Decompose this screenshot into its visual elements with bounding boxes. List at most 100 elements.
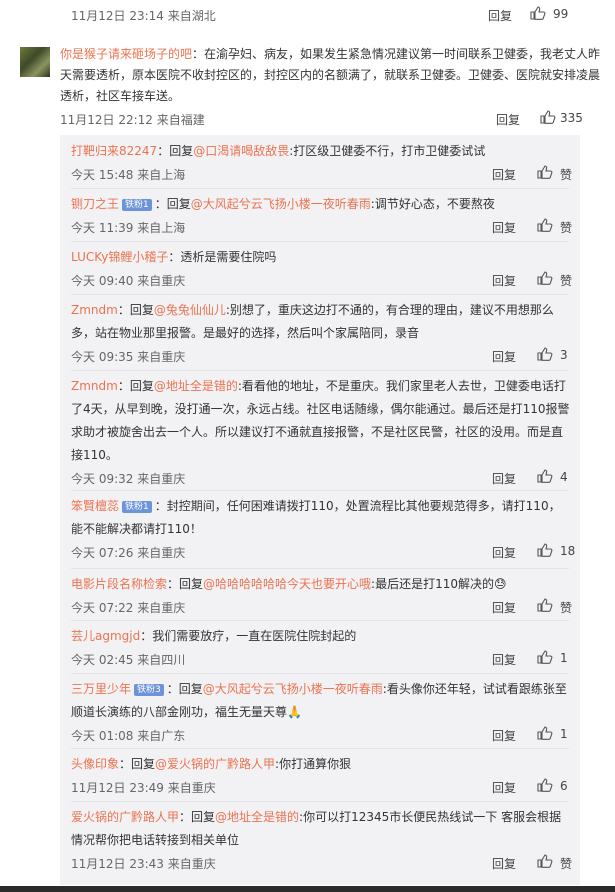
- mention-link[interactable]: @口渴请喝敌敌畏: [193, 144, 289, 158]
- reply-prefix: ：: [168, 250, 181, 264]
- reply-button[interactable]: 回复: [492, 779, 516, 796]
- reply-item: 头像印象：回复@爱火锅的广黔路人甲:你打通算你狠 11月12日 23:49 来自重…: [71, 753, 571, 795]
- reply-text: 打靶归来82247：回复@口渴请喝敌敌畏:打区级卫健委不行，打市卫健委试试: [71, 140, 571, 163]
- reply-author[interactable]: 打靶归来82247: [71, 144, 157, 158]
- reply-item: 铡刀之王 铁粉1 ：回复@大风起兮云飞扬小楼一夜听春雨:调节好心态，不要熬夜 今天 1…: [71, 193, 572, 235]
- like-icon[interactable]: [537, 778, 553, 795]
- replies-panel: 打靶归来82247：回复@口渴请喝敌敌畏:打区级卫健委不行，打市卫健委试试 今天 …: [60, 135, 580, 885]
- timestamp: 今天 09:32 来自重庆: [71, 472, 186, 486]
- divider: [71, 568, 569, 569]
- like-count: 1: [560, 727, 568, 741]
- main-comment-text: 你是猴子请来砸场子的吧：在渝孕妇、病友，如果发生紧急情况建议第一时间联系卫健委，…: [60, 44, 605, 107]
- reply-text: 头像印象：回复@爱火锅的广黔路人甲:你打通算你狠: [71, 753, 571, 776]
- reply-author[interactable]: 铡刀之王: [71, 197, 119, 211]
- mention-link[interactable]: @爱火锅的广黔路人甲: [155, 757, 275, 771]
- reply-item: 芸儿agmgjd：我们需要放疗，一直在医院住院封起的今天 02:45 来自四川 回…: [71, 625, 571, 667]
- timestamp: 今天 07:26 来自重庆: [71, 546, 186, 560]
- divider: [71, 490, 569, 491]
- reply-item: 电影片段名称检索：回复@哈哈哈哈哈哈今天也要开心哦:最后还是打110解决的😓 今天…: [71, 573, 572, 615]
- reply-button[interactable]: 回复: [492, 855, 516, 872]
- reply-body: :最后还是打110解决的: [371, 577, 494, 591]
- like-icon[interactable]: [537, 469, 553, 486]
- like-count: 赞: [560, 221, 573, 235]
- reply-author[interactable]: 电影片段名称检索: [71, 577, 167, 591]
- timestamp: 今天 01:08 来自广东: [71, 729, 186, 743]
- reply-body: 我们需要放疗，一直在医院住院封起的: [152, 629, 357, 643]
- reply-body: :打区级卫健委不行，打市卫健委试试: [289, 144, 486, 158]
- timestamp: 今天 07:22 来自重庆: [71, 601, 186, 615]
- fan-badge: 铁粉1: [122, 199, 152, 211]
- like-count: 1: [560, 651, 568, 665]
- reply-item: Zmndm：回复@兔兔仙仙儿:别想了，重庆这边打不通的，有合理的理由，建议不用想…: [71, 299, 571, 364]
- timestamp: 11月12日 23:43 来自重庆: [71, 857, 216, 871]
- like-count: 99: [553, 7, 569, 21]
- mention-link[interactable]: @大风起兮云飞扬小楼一夜听春雨: [191, 197, 371, 211]
- like-icon[interactable]: [537, 650, 553, 667]
- reply-item: Zmndm：回复@地址全是错的:看看他的地址，不是重庆。我们家里老人去世，卫健委…: [71, 375, 571, 486]
- mention-link[interactable]: @大风起兮云飞扬小楼一夜听春雨: [203, 682, 383, 696]
- reply-button[interactable]: 回复: [496, 111, 520, 128]
- reply-author[interactable]: Zmndm: [71, 303, 118, 317]
- mention-link[interactable]: @哈哈哈哈哈哈今天也要开心哦: [203, 577, 371, 591]
- like-icon[interactable]: [537, 347, 553, 364]
- like-icon[interactable]: [537, 218, 553, 235]
- reply-author[interactable]: 笨賢檀蕊: [71, 499, 119, 513]
- reply-button[interactable]: 回复: [492, 219, 516, 236]
- timestamp: 今天 02:45 来自四川: [71, 653, 186, 667]
- like-icon[interactable]: [537, 271, 553, 288]
- divider: [71, 748, 569, 749]
- like-icon[interactable]: [540, 110, 556, 127]
- reply-item: 打靶归来82247：回复@口渴请喝敌敌畏:打区级卫健委不行，打市卫健委试试今天 …: [71, 140, 572, 182]
- reply-text: 爱火锅的广黔路人甲：回复@地址全是错的:你可以打12345市长便民热线试一下 客…: [71, 806, 571, 852]
- timestamp: 11月12日 23:14 来自湖北: [71, 9, 216, 23]
- reply-button[interactable]: 回复: [492, 544, 516, 561]
- reply-prefix: ：回复: [166, 682, 203, 696]
- mention-link[interactable]: @地址全是错的: [154, 379, 238, 393]
- reply-author[interactable]: 头像印象: [71, 757, 119, 771]
- reply-button[interactable]: 回复: [492, 651, 516, 668]
- reply-button[interactable]: 回复: [492, 272, 516, 289]
- reply-item: 笨賢檀蕊 铁粉1 ：封控期间，任何困难请拨打110，处置流程比其他要规范得多，请打1…: [71, 495, 575, 560]
- reply-button[interactable]: 回复: [492, 727, 516, 744]
- divider: [71, 801, 569, 802]
- divider: [71, 370, 569, 371]
- reply-author[interactable]: 三万里少年: [71, 682, 131, 696]
- reply-body: :你打通算你狠: [275, 757, 352, 771]
- reply-item: 爱火锅的广黔路人甲：回复@地址全是错的:你可以打12345市长便民热线试一下 客…: [71, 806, 572, 871]
- reply-text: LUCKy锦鲤小稽子：透析是需要住院吗: [71, 246, 571, 269]
- reply-text: 三万里少年 铁粉3 ：回复@大风起兮云飞扬小楼一夜听春雨:看头像你还年轻，试试看跟练…: [71, 678, 571, 724]
- timestamp: 今天 15:48 来自上海: [71, 168, 186, 182]
- reply-item: LUCKy锦鲤小稽子：透析是需要住院吗 今天 09:40 来自重庆 回复 赞: [71, 246, 572, 288]
- like-icon[interactable]: [537, 854, 553, 871]
- like-count: 18: [560, 544, 576, 558]
- reply-body: :调节好心态，不要熬夜: [370, 197, 495, 211]
- divider: [71, 620, 569, 621]
- reply-author[interactable]: 爱火锅的广黔路人甲: [71, 810, 179, 824]
- mention-link[interactable]: @兔兔仙仙儿: [154, 303, 226, 317]
- reply-body: 透析是需要住院吗: [180, 250, 277, 264]
- divider: [71, 241, 569, 242]
- like-icon[interactable]: [530, 6, 546, 23]
- reply-button[interactable]: 回复: [492, 470, 516, 487]
- divider: [71, 188, 569, 189]
- like-count: 335: [560, 111, 583, 125]
- reply-button[interactable]: 回复: [492, 348, 516, 365]
- reply-button[interactable]: 回复: [492, 599, 516, 616]
- reply-author[interactable]: LUCKy锦鲤小稽子: [71, 250, 168, 264]
- reply-button[interactable]: 回复: [492, 166, 516, 183]
- previous-comment-footer: 11月12日 23:14 来自湖北 回复 99: [0, 0, 612, 29]
- like-icon[interactable]: [537, 165, 553, 182]
- reply-author[interactable]: 芸儿agmgjd: [71, 629, 140, 643]
- reply-text: 芸儿agmgjd：我们需要放疗，一直在医院住院封起的: [71, 625, 571, 648]
- like-icon[interactable]: [537, 726, 553, 743]
- reply-prefix: ：回复: [154, 197, 191, 211]
- comment-author[interactable]: 你是猴子请来砸场子的吧: [60, 47, 192, 61]
- reply-prefix: ：回复: [179, 810, 216, 824]
- like-icon[interactable]: [537, 598, 553, 615]
- mention-link[interactable]: @地址全是错的: [215, 810, 299, 824]
- reply-button[interactable]: 回复: [488, 7, 512, 24]
- avatar[interactable]: [20, 47, 50, 77]
- like-icon[interactable]: [537, 543, 553, 560]
- reply-author[interactable]: Zmndm: [71, 379, 118, 393]
- reply-text: Zmndm：回复@兔兔仙仙儿:别想了，重庆这边打不通的，有合理的理由，建议不用想…: [71, 299, 571, 345]
